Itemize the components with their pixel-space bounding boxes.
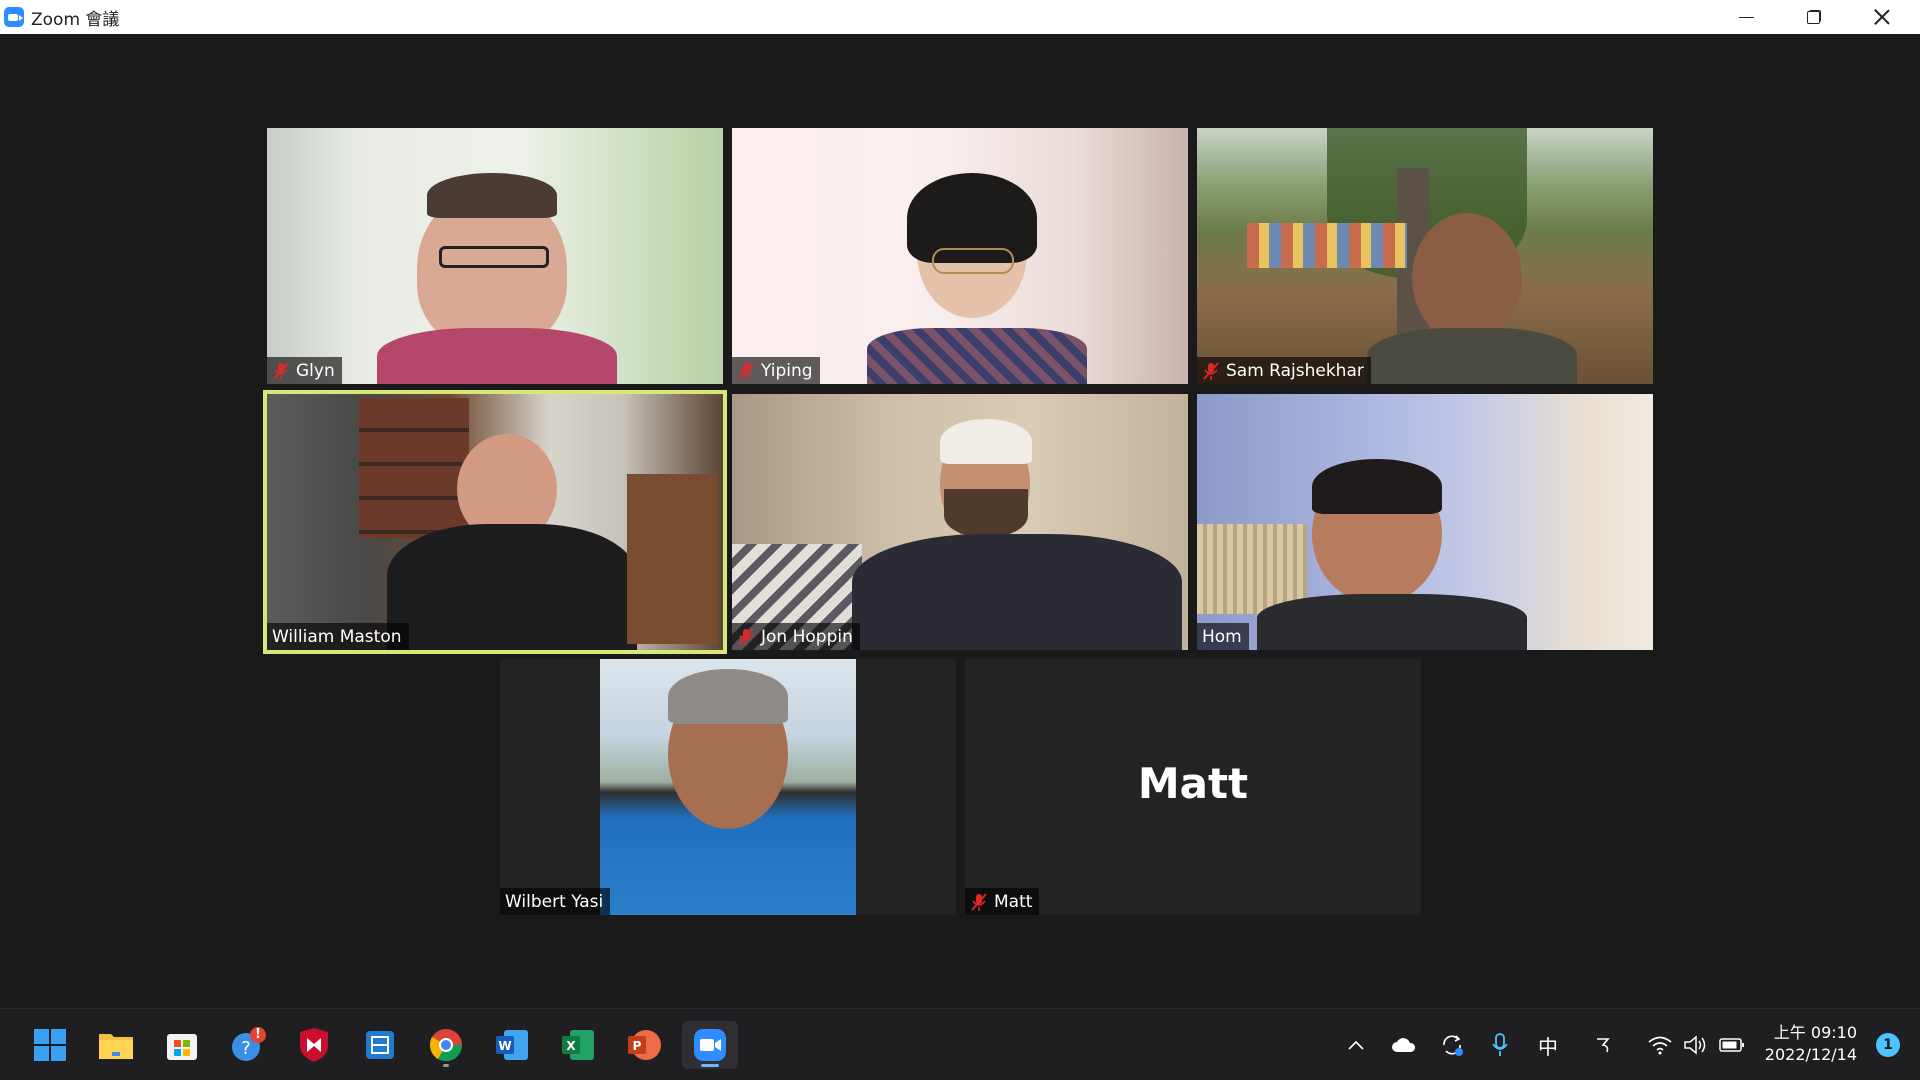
taskbar: ? ! W X P 中 上午 09:10 2022/12/14 1 xyxy=(0,1008,1920,1080)
excel-button[interactable]: X xyxy=(550,1021,606,1069)
mcafee-button[interactable] xyxy=(286,1021,342,1069)
restore-button[interactable] xyxy=(1780,0,1848,34)
video-tile-hom[interactable]: Hom xyxy=(1197,394,1653,650)
app-icon xyxy=(366,1031,394,1059)
battery-button[interactable] xyxy=(1718,1031,1746,1059)
video-tile-glyn[interactable]: Glyn xyxy=(267,128,723,384)
bopomofo-icon xyxy=(1597,1038,1610,1053)
name-label: Jon Hoppin xyxy=(732,623,860,650)
name-label: Yiping xyxy=(732,357,820,384)
muted-mic-icon xyxy=(737,361,755,381)
participant-face xyxy=(1412,213,1522,343)
name-label: Glyn xyxy=(267,357,342,384)
word-icon: W xyxy=(496,1030,528,1060)
wifi-button[interactable] xyxy=(1646,1031,1674,1059)
cloud-icon xyxy=(1392,1038,1416,1052)
sync-icon xyxy=(1443,1035,1463,1056)
video-tile-matt[interactable]: Matt Matt xyxy=(965,659,1421,915)
help-badge: ! xyxy=(255,1027,261,1042)
store-button[interactable] xyxy=(154,1021,210,1069)
name-label: William Maston xyxy=(267,623,409,650)
word-button[interactable]: W xyxy=(484,1021,540,1069)
close-icon xyxy=(1874,9,1890,25)
ime-label: 中 xyxy=(1538,1034,1558,1059)
svg-text:?: ? xyxy=(241,1038,251,1059)
get-help-button[interactable]: ? ! xyxy=(220,1021,276,1069)
chrome-button[interactable] xyxy=(418,1021,474,1069)
app-button[interactable] xyxy=(352,1021,408,1069)
zoom-button[interactable] xyxy=(682,1021,738,1069)
show-hidden-icons-button[interactable] xyxy=(1342,1031,1370,1059)
svg-text:X: X xyxy=(566,1039,576,1053)
powerpoint-button[interactable]: P xyxy=(616,1021,672,1069)
name-label: Hom xyxy=(1197,623,1249,650)
svg-text:P: P xyxy=(633,1039,642,1053)
video-off-name: Matt xyxy=(1137,759,1249,808)
notification-badge[interactable]: 1 xyxy=(1876,1033,1900,1057)
microphone-button[interactable] xyxy=(1486,1031,1514,1059)
muted-mic-icon xyxy=(272,361,290,381)
mcafee-icon xyxy=(300,1028,328,1062)
video-tile-yiping[interactable]: Yiping xyxy=(732,128,1188,384)
sync-button[interactable] xyxy=(1438,1031,1466,1059)
volume-icon xyxy=(1684,1035,1706,1055)
chevron-up-icon xyxy=(1348,1040,1364,1050)
start-button[interactable] xyxy=(22,1021,78,1069)
title-bar: Zoom 會議 xyxy=(0,0,1920,34)
clock-date: 2022/12/14 xyxy=(1764,1045,1857,1064)
minimize-button[interactable] xyxy=(1712,0,1780,34)
start-icon xyxy=(34,1029,66,1061)
microphone-icon xyxy=(1492,1033,1508,1056)
close-button[interactable] xyxy=(1848,0,1916,34)
name-label: Wilbert Yasi xyxy=(500,888,611,915)
volume-button[interactable] xyxy=(1682,1031,1710,1059)
window-title: Zoom 會議 xyxy=(31,9,120,30)
name-label: Matt xyxy=(965,888,1040,915)
restore-icon xyxy=(1807,10,1821,24)
file-explorer-icon xyxy=(99,1034,133,1059)
ime-button[interactable]: 中 xyxy=(1534,1031,1562,1059)
minimize-icon xyxy=(1738,16,1754,18)
file-explorer-button[interactable] xyxy=(88,1021,144,1069)
svg-text:W: W xyxy=(498,1039,511,1053)
name-label: Sam Rajshekhar xyxy=(1197,357,1371,384)
store-icon xyxy=(167,1034,197,1060)
video-tile-jon-hoppin[interactable]: Jon Hoppin xyxy=(732,394,1188,650)
zoom-app-icon xyxy=(4,7,24,27)
powerpoint-icon: P xyxy=(628,1030,661,1060)
ime-mode-button[interactable] xyxy=(1590,1031,1618,1059)
muted-mic-icon xyxy=(1202,361,1220,381)
onedrive-button[interactable] xyxy=(1390,1031,1418,1059)
muted-mic-icon xyxy=(737,627,755,647)
clock-time: 上午 09:10 xyxy=(1773,1023,1857,1042)
video-tile-william-maston[interactable]: William Maston xyxy=(263,390,727,654)
clock[interactable]: 上午 09:10 2022/12/14 xyxy=(1765,1022,1857,1066)
video-tile-wilbert-yasi[interactable]: Wilbert Yasi xyxy=(500,659,956,915)
excel-icon: X xyxy=(562,1030,594,1060)
wifi-icon xyxy=(1648,1036,1672,1055)
video-tile-sam-rajshekhar[interactable]: Sam Rajshekhar xyxy=(1197,128,1653,384)
battery-icon xyxy=(1719,1038,1744,1052)
muted-mic-icon xyxy=(970,892,988,912)
chrome-icon xyxy=(429,1029,463,1062)
zoom-icon xyxy=(694,1029,726,1061)
